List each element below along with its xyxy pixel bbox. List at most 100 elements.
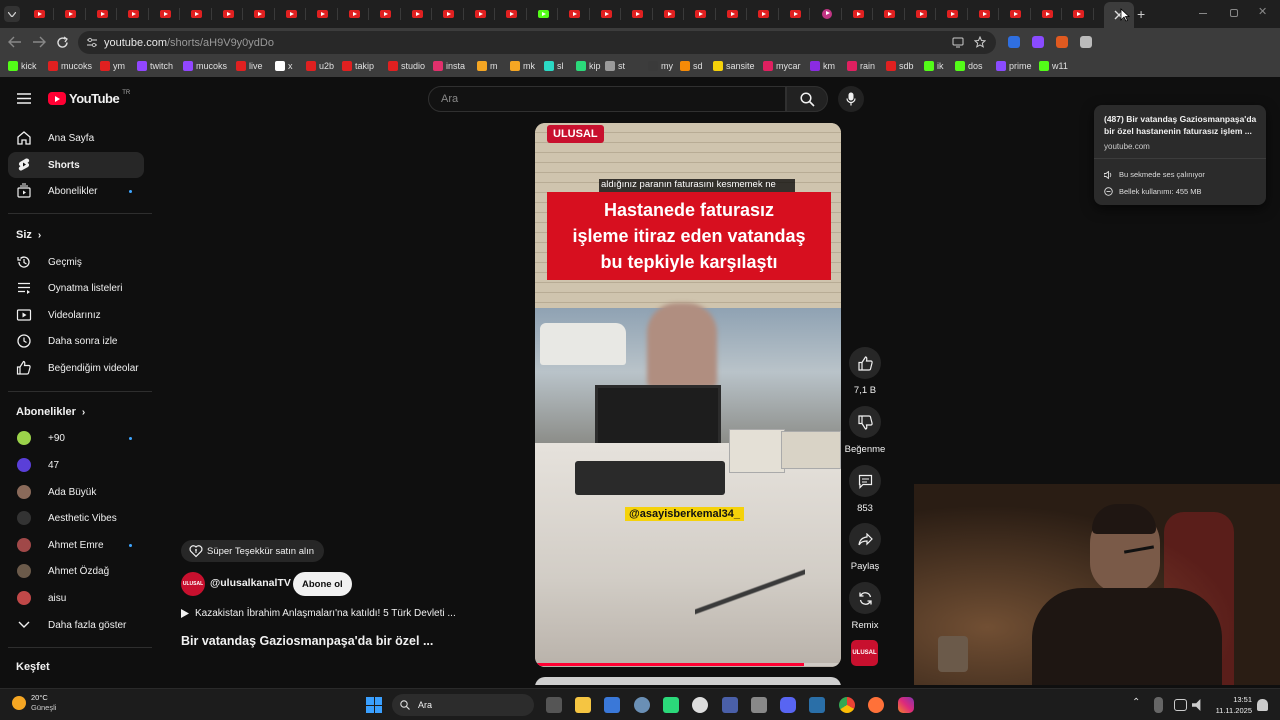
video-title[interactable]: Bir vatandaş Gaziosmanpaşa'da bir özel .… <box>181 634 433 648</box>
tab[interactable] <box>623 4 653 24</box>
bookmark-item[interactable]: my <box>648 61 673 71</box>
bookmark-star-icon[interactable] <box>974 36 986 48</box>
bookmark-item[interactable]: mk <box>510 61 535 71</box>
task-view-icon[interactable] <box>546 697 562 713</box>
new-tab-button[interactable]: + <box>1137 6 1145 22</box>
tab[interactable] <box>371 4 401 24</box>
linked-video-row[interactable]: Kazakistan İbrahim Anlaşmaları'na katıld… <box>181 608 456 619</box>
voice-search-button[interactable] <box>838 86 864 112</box>
file-explorer-icon[interactable] <box>575 697 591 713</box>
sidebar-item-shorts[interactable]: Shorts <box>8 152 144 178</box>
tab[interactable] <box>1001 4 1031 24</box>
like-button[interactable] <box>849 347 881 379</box>
bookmark-item[interactable]: x <box>275 61 293 71</box>
bookmark-item[interactable]: sdb <box>886 61 914 71</box>
tab[interactable] <box>308 4 338 24</box>
youtube-logo[interactable]: YouTube TR <box>48 90 130 106</box>
tab[interactable] <box>591 4 621 24</box>
tab[interactable] <box>434 4 464 24</box>
chevron-up-icon[interactable]: ⌃ <box>1132 697 1140 708</box>
tab[interactable] <box>717 4 747 24</box>
tab[interactable] <box>686 4 716 24</box>
remix-action[interactable]: Remix <box>848 582 882 631</box>
bookmark-item[interactable]: ik <box>924 61 944 71</box>
tab[interactable] <box>182 4 212 24</box>
bookmark-item[interactable]: insta <box>433 61 465 71</box>
channel-avatar[interactable]: ULUSAL <box>181 572 205 596</box>
firefox-icon[interactable] <box>868 697 884 713</box>
tab[interactable] <box>528 4 558 24</box>
mic-tray-icon[interactable] <box>1154 697 1163 713</box>
address-bar[interactable]: youtube.com/shorts/aH9V9y0ydDo <box>78 31 996 54</box>
steam-icon[interactable] <box>809 697 825 713</box>
tab[interactable] <box>1032 4 1062 24</box>
tab[interactable] <box>812 4 842 24</box>
sidebar-item-videolar-n-z[interactable]: Videolarınız <box>8 302 144 328</box>
remix-button[interactable] <box>849 582 881 614</box>
sidebar-item-aisu[interactable]: aisu <box>8 585 144 611</box>
instagram-icon[interactable] <box>898 697 914 713</box>
bookmark-item[interactable]: w11 <box>1039 61 1068 71</box>
share-button[interactable] <box>849 523 881 555</box>
bookmark-item[interactable]: takip <box>342 61 374 71</box>
tab[interactable] <box>465 4 495 24</box>
volume-icon[interactable] <box>1192 699 1201 711</box>
forward-icon[interactable] <box>32 36 46 48</box>
super-thanks-button[interactable]: Süper Teşekkür satın alın <box>181 540 325 562</box>
weather-widget[interactable]: 20°C Güneşli <box>12 693 56 713</box>
sidebar-item-ahmet-emre[interactable]: Ahmet Emre <box>8 532 144 558</box>
back-icon[interactable] <box>8 36 22 48</box>
bookmark-item[interactable]: prime <box>996 61 1032 71</box>
clock[interactable]: 13:51 11.11.2025 <box>1210 694 1252 716</box>
app-icon[interactable] <box>751 697 767 713</box>
chrome-icon[interactable] <box>839 697 855 713</box>
tab[interactable] <box>843 4 873 24</box>
extension-icon[interactable] <box>1032 36 1044 48</box>
tab[interactable] <box>87 4 117 24</box>
sidebar-item-ana-sayfa[interactable]: Ana Sayfa <box>8 125 144 151</box>
tab[interactable] <box>150 4 180 24</box>
settings-icon[interactable] <box>634 697 650 713</box>
store-icon[interactable] <box>604 697 620 713</box>
bookmark-item[interactable]: kip <box>576 61 601 71</box>
show-more-button[interactable]: Daha fazla göster <box>8 612 144 638</box>
bookmark-item[interactable]: kick <box>8 61 37 71</box>
tab[interactable] <box>875 4 905 24</box>
bookmark-item[interactable]: st <box>605 61 625 71</box>
tab[interactable] <box>906 4 936 24</box>
bookmark-item[interactable]: studio <box>388 61 425 71</box>
tab[interactable] <box>213 4 243 24</box>
app-icon[interactable] <box>722 697 738 713</box>
tab[interactable] <box>402 4 432 24</box>
subscribe-button[interactable]: Abone ol <box>293 572 352 596</box>
tab[interactable] <box>245 4 275 24</box>
notification-icon[interactable] <box>1257 699 1268 711</box>
bookmark-item[interactable]: mucoks <box>183 61 227 71</box>
audio-source-thumbnail[interactable]: ULUSAL <box>851 640 878 666</box>
menu-icon[interactable] <box>17 93 31 104</box>
taskbar-search[interactable]: Ara <box>392 694 534 716</box>
minimize-icon[interactable] <box>1199 13 1207 14</box>
extension-icon[interactable] <box>1080 36 1092 48</box>
bookmark-item[interactable]: m <box>477 61 498 71</box>
discord-icon[interactable] <box>780 697 796 713</box>
sidebar-item-oynatma-listeleri[interactable]: Oynatma listeleri <box>8 275 144 301</box>
tab[interactable] <box>276 4 306 24</box>
sidebar-item-+90[interactable]: +90 <box>8 425 144 451</box>
search-input[interactable]: Ara <box>428 86 786 112</box>
sidebar-item-ahmet-zda-[interactable]: Ahmet Özdağ <box>8 558 144 584</box>
channel-handle[interactable]: @ulusalkanalTV <box>210 577 291 589</box>
bookmark-item[interactable]: mucoks <box>48 61 92 71</box>
dislike-action[interactable]: Beğenme <box>842 406 888 455</box>
tab[interactable] <box>560 4 590 24</box>
bookmark-item[interactable]: dos <box>955 61 983 71</box>
start-button[interactable] <box>366 697 382 713</box>
progress-bar-track[interactable] <box>535 663 841 666</box>
search-button[interactable] <box>786 86 828 112</box>
tab[interactable] <box>119 4 149 24</box>
you-section-header[interactable]: Siz › <box>16 229 41 241</box>
comments-button[interactable] <box>849 465 881 497</box>
bookmark-item[interactable]: mycar <box>763 61 801 71</box>
tab[interactable] <box>969 4 999 24</box>
extension-icon[interactable] <box>1056 36 1068 48</box>
